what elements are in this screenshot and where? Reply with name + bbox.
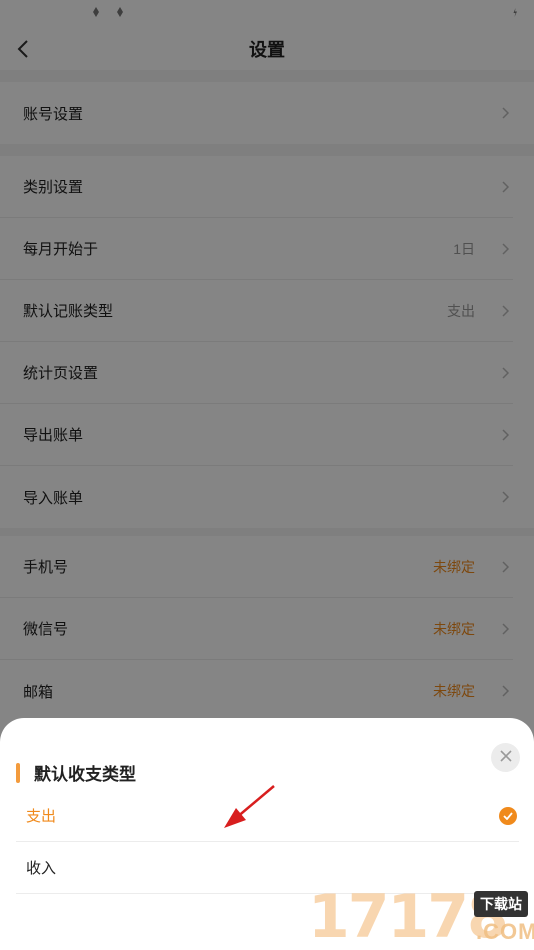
sheet-title: 默认收支类型 bbox=[34, 765, 136, 784]
close-button[interactable] bbox=[491, 743, 520, 772]
sheet-accent-bar bbox=[16, 762, 20, 783]
watermark-logo: 17178 下载站 .COM bbox=[308, 885, 534, 950]
option-label: 收入 bbox=[26, 860, 57, 877]
close-icon bbox=[499, 749, 512, 767]
watermark-tag: 下载站 bbox=[474, 891, 528, 917]
check-icon bbox=[499, 807, 517, 825]
option-label: 支出 bbox=[26, 808, 57, 825]
watermark-domain: .COM bbox=[476, 919, 534, 944]
sheet-header: 默认收支类型 bbox=[16, 760, 136, 785]
option-expense[interactable]: 支出 bbox=[16, 790, 519, 842]
